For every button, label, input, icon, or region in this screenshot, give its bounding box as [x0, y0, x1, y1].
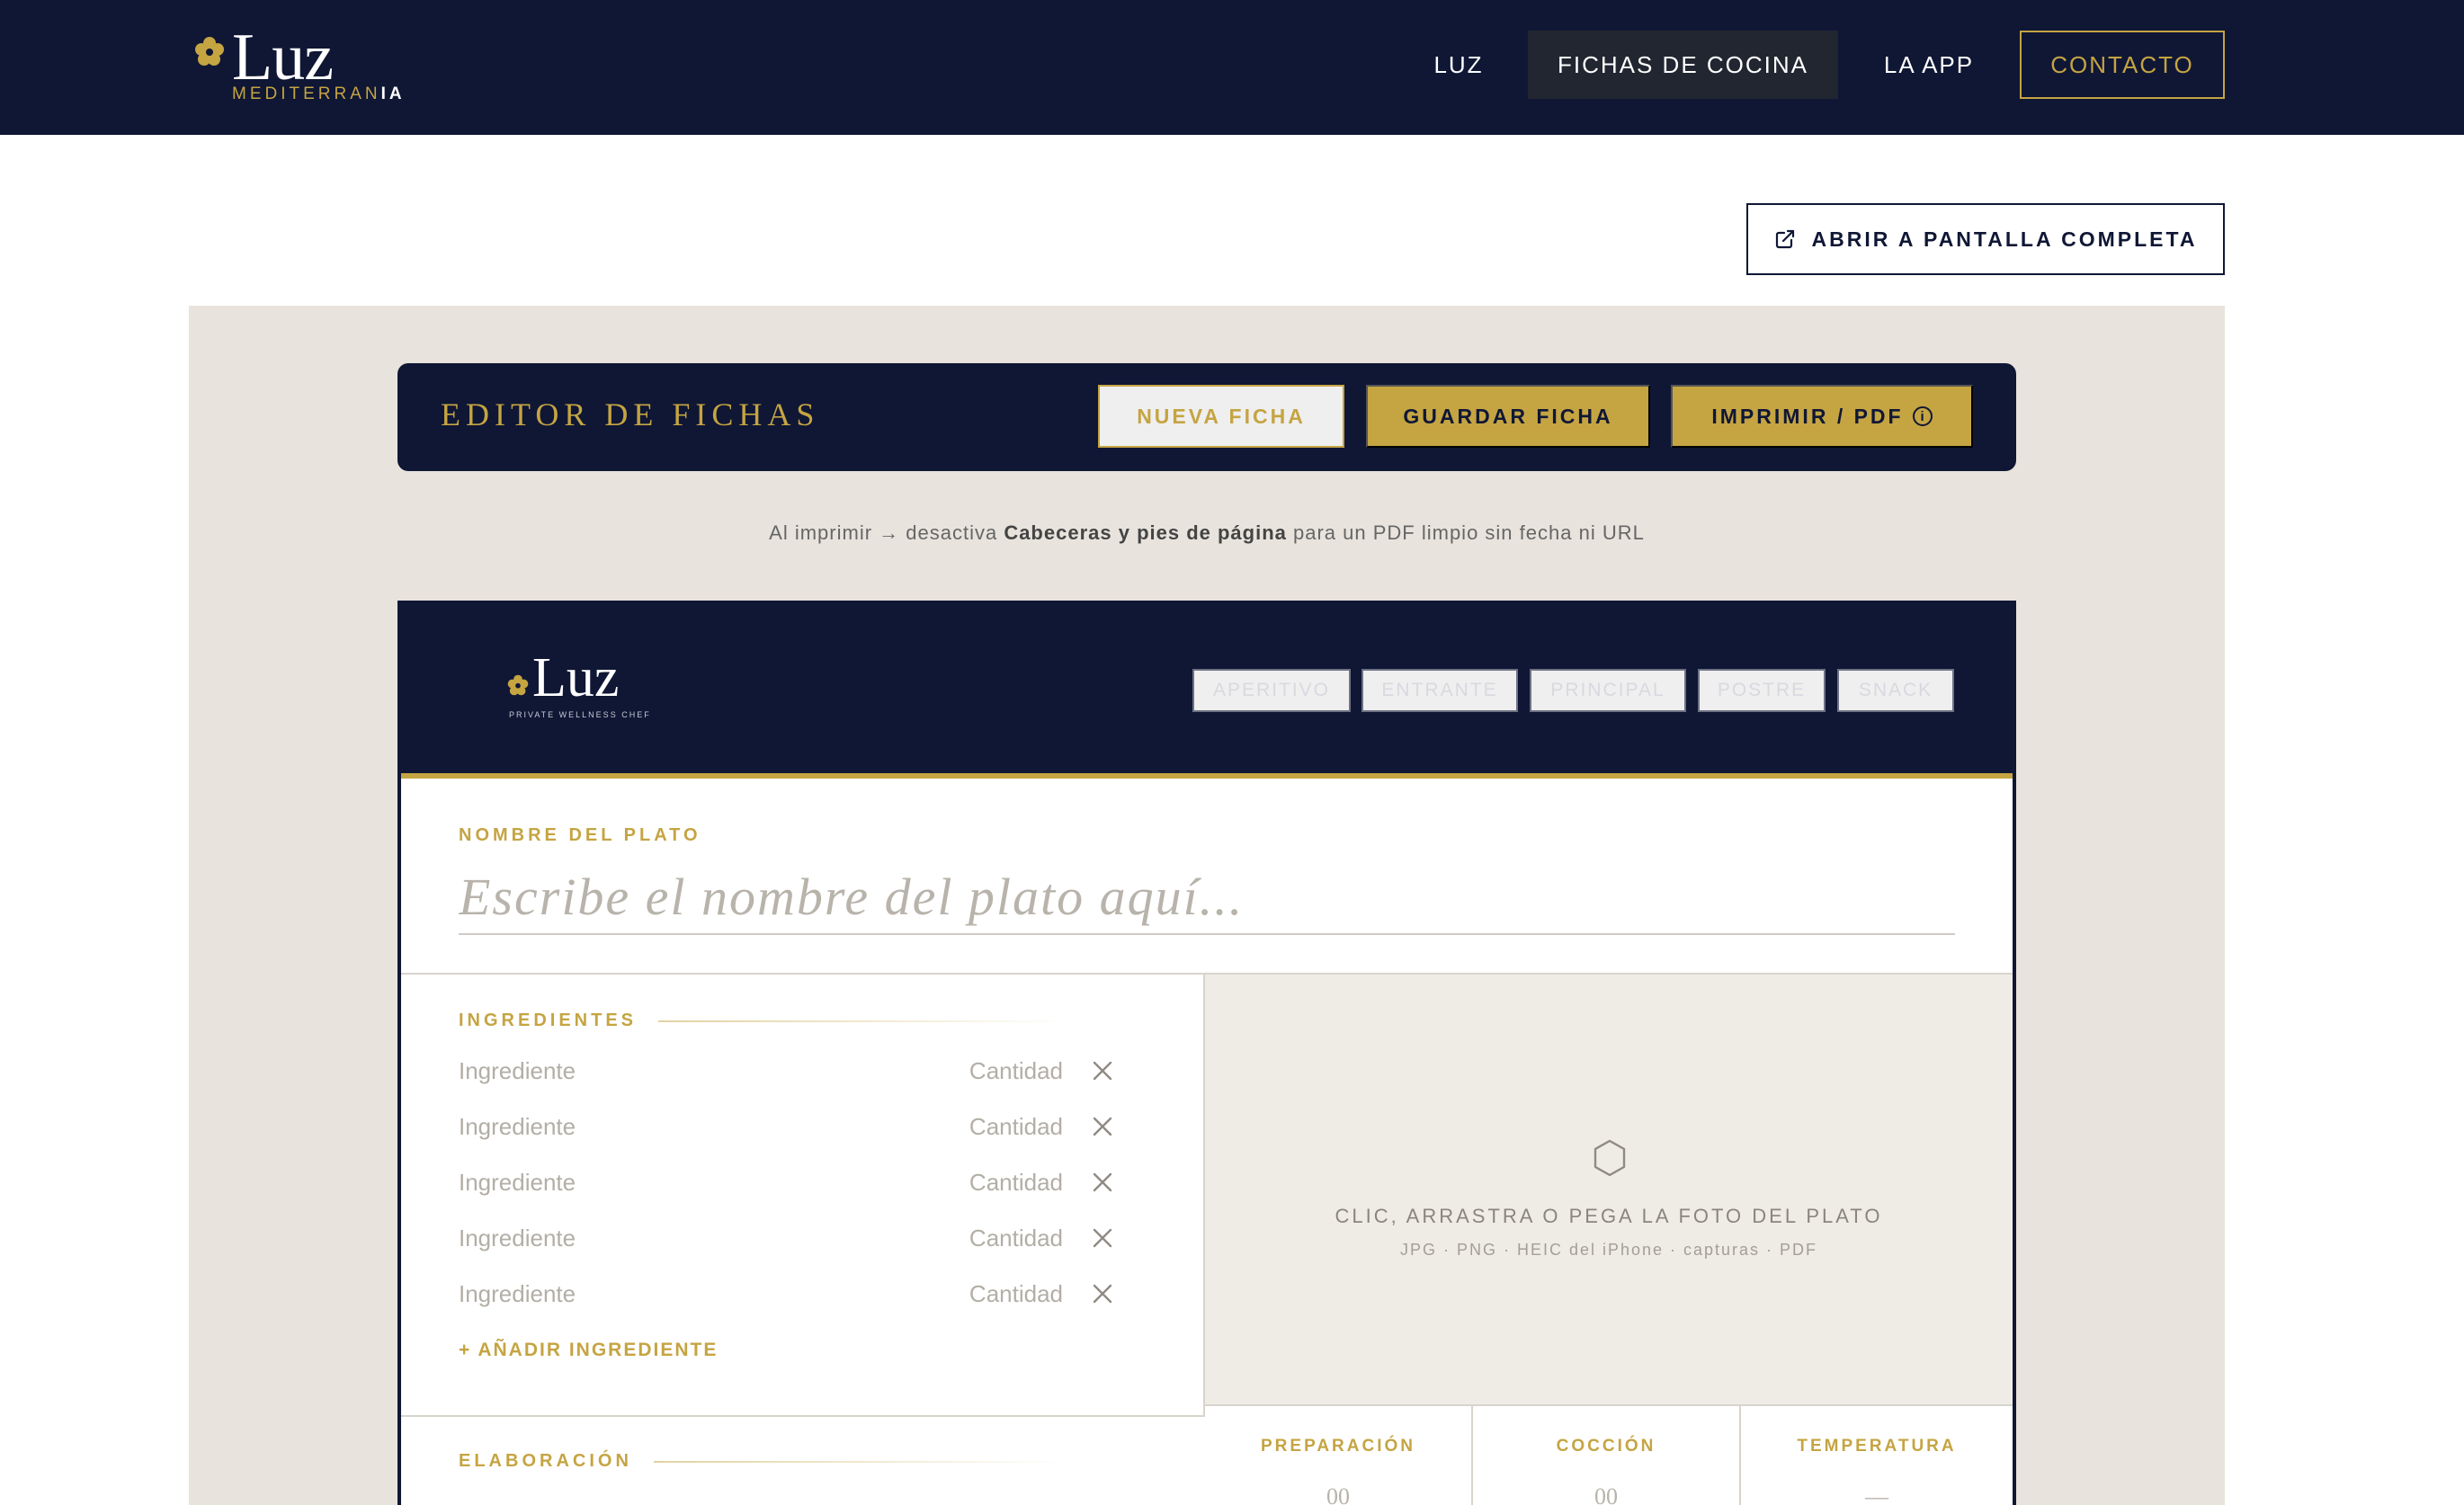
ingredient-input[interactable]: [459, 1048, 926, 1093]
quantity-input[interactable]: [926, 1048, 1063, 1093]
category-entrante[interactable]: ENTRANTE: [1361, 669, 1518, 712]
close-icon[interactable]: [1088, 1056, 1117, 1085]
brand-logo[interactable]: Luz MEDITERRANIA: [194, 20, 410, 106]
dish-name-input[interactable]: [459, 859, 1955, 935]
divider: [653, 1460, 1067, 1463]
card-logo-tagline: PRIVATE WELLNESS CHEF: [509, 710, 651, 719]
editor-toolbar: EDITOR DE FICHAS NUEVA FICHA GUARDAR FIC…: [397, 363, 2016, 471]
card-logo: Luz PRIVATE WELLNESS CHEF: [507, 647, 651, 719]
close-icon[interactable]: [1076, 1501, 1099, 1505]
ingredient-row: [459, 1048, 1151, 1093]
ingredient-input[interactable]: [459, 1271, 926, 1316]
ingredients-heading: INGREDIENTES: [459, 1011, 1073, 1031]
info-icon: i: [1912, 406, 1933, 426]
category-snack[interactable]: SNACK: [1837, 669, 1954, 712]
print-pdf-button[interactable]: IMPRIMIR / PDF i: [1671, 385, 1973, 448]
photo-dropzone[interactable]: CLIC, ARRASTRA O PEGA LA FOTO DEL PLATO …: [1205, 975, 2013, 1406]
open-fullscreen-label: ABRIR A PANTALLA COMPLETA: [1811, 227, 2198, 251]
quantity-input[interactable]: [926, 1271, 1063, 1316]
nav-la-app[interactable]: LA APP: [1861, 31, 1996, 99]
recipe-card: Luz PRIVATE WELLNESS CHEF APERITIVO ENTR…: [397, 601, 2016, 1505]
new-card-button[interactable]: NUEVA FICHA: [1098, 385, 1344, 448]
hexagon-icon: [1594, 1139, 1626, 1177]
ingredient-row: [459, 1216, 1151, 1260]
dish-name-label: NOMBRE DEL PLATO: [459, 825, 701, 845]
ingredients-section: INGREDIENTES + AÑADIR INGRE: [401, 975, 1205, 1417]
ingredient-input[interactable]: [459, 1160, 926, 1205]
cooking-field[interactable]: COCCIÓN 00: [1473, 1406, 1741, 1505]
add-ingredient-button[interactable]: + AÑADIR INGREDIENTE: [459, 1340, 718, 1361]
close-icon[interactable]: [1088, 1168, 1117, 1197]
close-icon[interactable]: [1088, 1112, 1117, 1141]
flower-icon: [195, 37, 224, 66]
quantity-input[interactable]: [926, 1216, 1063, 1260]
ingredient-input[interactable]: [459, 1104, 926, 1149]
quantity-input[interactable]: [926, 1160, 1063, 1205]
nav-fichas-de-cocina[interactable]: FICHAS DE COCINA: [1528, 31, 1838, 99]
preparation-label: PREPARACIÓN: [1261, 1437, 1415, 1456]
ingredient-input[interactable]: [459, 1216, 926, 1260]
elaboration-section: ELABORACIÓN: [401, 1417, 1205, 1505]
category-postre[interactable]: POSTRE: [1698, 669, 1826, 712]
editor-title: EDITOR DE FICHAS: [441, 396, 820, 432]
print-pdf-label: IMPRIMIR / PDF: [1711, 404, 1904, 428]
nav-contacto-button[interactable]: CONTACTO: [2020, 31, 2225, 99]
brand-subtitle: MEDITERRANIA: [232, 85, 406, 103]
divider: [658, 1020, 1073, 1022]
preparation-field[interactable]: PREPARACIÓN 00: [1205, 1406, 1473, 1505]
temperature-value: —: [1865, 1483, 1888, 1505]
preparation-value: 00: [1326, 1483, 1350, 1505]
card-logo-wordmark: Luz: [532, 647, 620, 708]
cooking-value: 00: [1594, 1483, 1618, 1505]
top-navbar: Luz MEDITERRANIA LUZ FICHAS DE COCINA LA…: [0, 0, 2464, 135]
ingredient-row: [459, 1104, 1151, 1149]
flower-icon: [507, 674, 529, 696]
close-icon[interactable]: [1088, 1224, 1117, 1252]
photo-formats: JPG · PNG · HEIC del iPhone · capturas ·…: [1399, 1241, 1818, 1259]
dish-name-section: NOMBRE DEL PLATO: [401, 779, 2013, 975]
photo-prompt: CLIC, ARRASTRA O PEGA LA FOTO DEL PLATO: [1335, 1205, 1883, 1227]
ingredient-row: [459, 1271, 1151, 1316]
nav-luz[interactable]: LUZ: [1414, 31, 1504, 99]
elaboration-heading: ELABORACIÓN: [459, 1451, 1067, 1472]
quantity-input[interactable]: [926, 1104, 1063, 1149]
external-link-icon: [1775, 229, 1794, 249]
category-principal[interactable]: PRINCIPAL: [1530, 669, 1686, 712]
category-aperitivo[interactable]: APERITIVO: [1192, 669, 1351, 712]
ingredient-row: [459, 1160, 1151, 1205]
temperature-label: TEMPERATURA: [1797, 1437, 1957, 1456]
save-card-button[interactable]: GUARDAR FICHA: [1366, 385, 1650, 448]
temperature-field[interactable]: TEMPERATURA —: [1741, 1406, 2013, 1505]
close-icon[interactable]: [1088, 1279, 1117, 1308]
cooking-label: COCCIÓN: [1556, 1437, 1656, 1456]
open-fullscreen-button[interactable]: ABRIR A PANTALLA COMPLETA: [1746, 203, 2225, 275]
print-hint: Al imprimir → desactiva Cabeceras y pies…: [769, 521, 1645, 544]
card-header: Luz PRIVATE WELLNESS CHEF APERITIVO ENTR…: [401, 601, 2013, 779]
